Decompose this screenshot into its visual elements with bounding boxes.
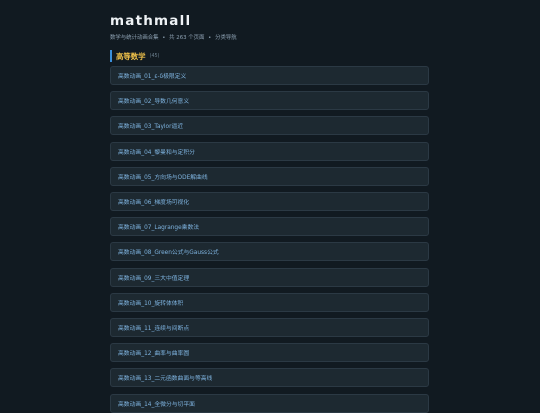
list-item[interactable]: 高数动画_04_黎曼和与定积分 bbox=[110, 141, 429, 161]
list-item-label: 高数动画_11_连续与间断点 bbox=[118, 326, 190, 332]
list-item[interactable]: 高数动画_09_三大中值定理 bbox=[110, 267, 429, 287]
list-item[interactable]: 高数动画_03_Taylor逼近 bbox=[110, 116, 429, 136]
subtitle-collection: 数学与统计动画合集 bbox=[110, 35, 159, 41]
list-item[interactable]: 高数动画_11_连续与间断点 bbox=[110, 318, 429, 337]
list-item[interactable]: 高数动画_06_梯度场可视化 bbox=[110, 192, 429, 211]
list-item-label: 高数动画_08_Green公式与Gauss公式 bbox=[118, 250, 219, 257]
list-item[interactable]: 高数动画_01_ε-δ极限定义 bbox=[110, 66, 429, 85]
list-item-label: 高数动画_07_Lagrange乘数法 bbox=[118, 225, 200, 232]
list-item[interactable]: 高数动画_10_旋转体体积 bbox=[110, 292, 429, 312]
site-subtitle: 数学与统计动画合集 • 共 263 个页面 • 分类导航 bbox=[110, 33, 239, 41]
list-item-label: 高数动画_14_全微分与切平面 bbox=[118, 401, 195, 408]
list-item[interactable]: 高数动画_12_曲率与曲率圆 bbox=[110, 343, 429, 363]
list-item-label: 高数动画_06_梯度场可视化 bbox=[118, 200, 190, 206]
list-item-label: 高数动画_03_Taylor逼近 bbox=[118, 124, 184, 131]
subtitle-separator: • bbox=[162, 35, 166, 41]
list-item-label: 高数动画_05_方向场与ODE解曲线 bbox=[118, 174, 208, 181]
subtitle-category-nav: 分类导航 bbox=[215, 35, 237, 41]
section-header: 高等数学 (45) bbox=[110, 50, 159, 62]
list-item[interactable]: 高数动画_13_二元函数曲面与等高线 bbox=[110, 368, 429, 388]
list-item[interactable]: 高数动画_14_全微分与切平面 bbox=[110, 393, 429, 413]
list-item[interactable]: 高数动画_08_Green公式与Gauss公式 bbox=[110, 242, 429, 262]
list-item-label: 高数动画_09_三大中值定理 bbox=[118, 275, 190, 282]
list-item-label: 高数动画_13_二元函数曲面与等高线 bbox=[118, 376, 213, 383]
list-item-label: 高数动画_04_黎曼和与定积分 bbox=[118, 149, 195, 156]
list-item[interactable]: 高数动画_07_Lagrange乘数法 bbox=[110, 217, 429, 237]
list-item[interactable]: 高数动画_02_导数几何意义 bbox=[110, 91, 429, 111]
list-item-label: 高数动画_12_曲率与曲率圆 bbox=[118, 351, 190, 358]
subtitle-separator: • bbox=[208, 35, 212, 41]
list-item-label: 高数动画_02_导数几何意义 bbox=[118, 99, 190, 106]
site-title[interactable]: mathmall bbox=[110, 13, 191, 29]
list-item[interactable]: 高数动画_05_方向场与ODE解曲线 bbox=[110, 166, 429, 186]
list-item-label: 高数动画_01_ε-δ极限定义 bbox=[118, 74, 187, 80]
section-count: (45) bbox=[149, 53, 160, 59]
section-title: 高等数学 bbox=[116, 51, 146, 61]
subtitle-page-count: 共 263 个页面 bbox=[169, 35, 205, 41]
list-item-label: 高数动画_10_旋转体体积 bbox=[118, 300, 184, 307]
